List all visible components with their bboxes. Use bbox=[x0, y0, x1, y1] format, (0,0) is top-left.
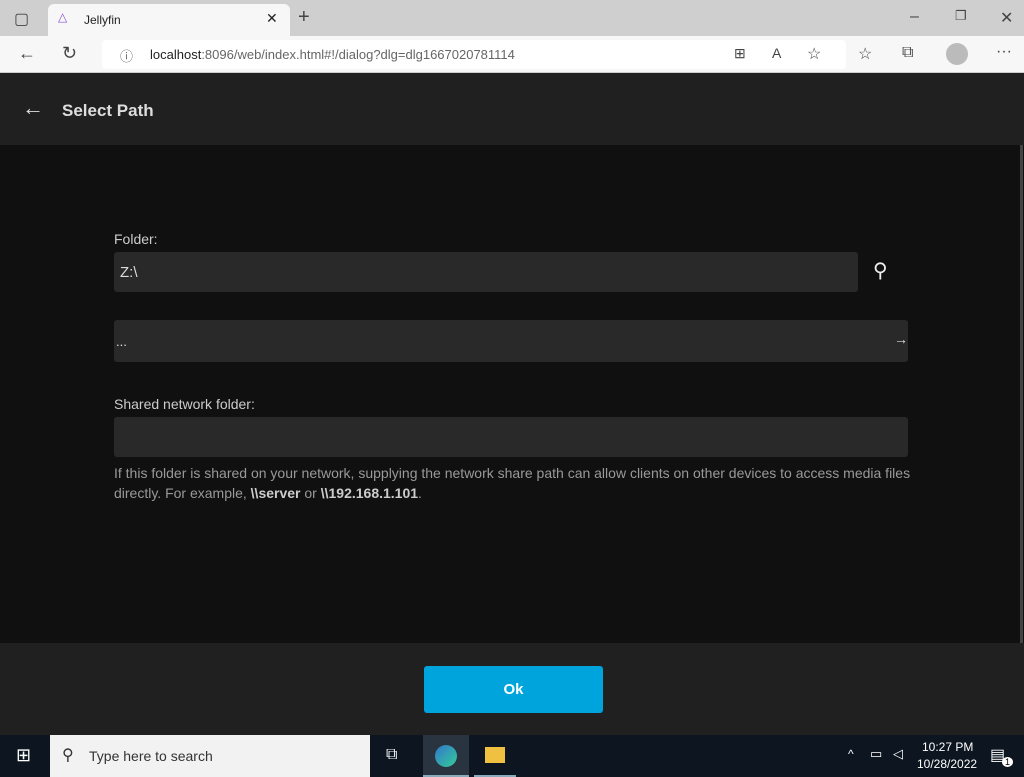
more-icon[interactable]: ··· bbox=[996, 43, 1012, 61]
folder-label: Folder: bbox=[114, 231, 158, 247]
explorer-taskbar-button[interactable] bbox=[474, 735, 516, 777]
info-icon: ⓘ bbox=[120, 49, 134, 64]
close-tab-icon[interactable]: ✕ bbox=[266, 10, 278, 27]
list-item-label: ... bbox=[116, 334, 127, 349]
search-icon: ⚲ bbox=[62, 747, 74, 764]
scrollbar[interactable] bbox=[1020, 145, 1023, 643]
folder-input[interactable]: Z:\ bbox=[114, 252, 858, 292]
browser-tab[interactable]: △ Jellyfin ✕ bbox=[48, 4, 290, 36]
url-path: :8096/web/index.html#!/dialog?dlg=dlg166… bbox=[201, 47, 515, 62]
taskbar: ⊞ ⚲ Type here to search ⧉ ^ ▭ ◁ 10:27 PM… bbox=[0, 735, 1024, 777]
clock-time[interactable]: 10:27 PM bbox=[922, 740, 973, 754]
jellyfin-logo-icon: △ bbox=[58, 10, 68, 24]
restore-icon[interactable]: ❐ bbox=[955, 8, 967, 24]
url-host: localhost bbox=[150, 47, 202, 62]
tab-title: Jellyfin bbox=[84, 13, 121, 27]
clock-date[interactable]: 10/28/2022 bbox=[917, 757, 977, 771]
edge-icon bbox=[435, 745, 457, 767]
volume-muted-icon[interactable]: ◁ bbox=[893, 746, 903, 762]
new-tab-icon[interactable]: + bbox=[298, 6, 310, 29]
chevron-up-icon[interactable]: ^ bbox=[848, 747, 854, 761]
add-favorite-icon[interactable]: ☆ bbox=[807, 44, 821, 64]
dialog-header: ← Select Path bbox=[0, 73, 1024, 145]
help-text: If this folder is shared on your network… bbox=[114, 465, 911, 501]
folder-icon bbox=[485, 747, 505, 763]
edge-taskbar-button[interactable] bbox=[423, 735, 469, 777]
list-item-parent-folder[interactable]: ... → bbox=[114, 320, 908, 362]
page-title: Select Path bbox=[62, 101, 154, 120]
url-field[interactable]: ⓘ localhost:8096/web/index.html#!/dialog… bbox=[102, 40, 846, 69]
search-icon[interactable]: ⚲ bbox=[873, 258, 888, 283]
collections-icon[interactable]: ⧉ bbox=[902, 44, 913, 62]
back-icon[interactable]: ← bbox=[18, 43, 36, 64]
read-aloud-icon[interactable]: A bbox=[772, 45, 781, 61]
app-available-icon[interactable]: ⊞ bbox=[734, 45, 746, 62]
network-icon[interactable]: ▭ bbox=[870, 746, 882, 762]
ok-button[interactable]: Ok bbox=[424, 666, 603, 713]
dialog-content: Folder: Z:\ ⚲ ... → Shared network folde… bbox=[0, 145, 1024, 643]
windows-start-icon[interactable]: ⊞ bbox=[16, 745, 31, 766]
profile-avatar[interactable] bbox=[946, 43, 968, 65]
browser-tab-bar: ▢ △ Jellyfin ✕ + – ❐ ✕ bbox=[0, 0, 1024, 36]
search-placeholder: Type here to search bbox=[89, 748, 213, 764]
tab-actions-icon[interactable]: ▢ bbox=[14, 9, 29, 29]
address-bar: ← ↻ ⓘ localhost:8096/web/index.html#!/di… bbox=[0, 36, 1024, 73]
refresh-icon[interactable]: ↻ bbox=[62, 43, 77, 64]
shared-folder-input[interactable] bbox=[114, 417, 908, 457]
taskbar-search[interactable]: ⚲ Type here to search bbox=[50, 735, 370, 777]
favorites-icon[interactable]: ☆ bbox=[858, 44, 872, 64]
notification-count: 1 bbox=[1002, 757, 1014, 767]
minimize-icon[interactable]: – bbox=[910, 8, 919, 26]
shared-folder-label: Shared network folder: bbox=[114, 396, 255, 412]
task-view-icon[interactable]: ⧉ bbox=[386, 746, 397, 764]
back-arrow-icon[interactable]: ← bbox=[22, 95, 44, 121]
close-window-icon[interactable]: ✕ bbox=[1000, 8, 1013, 28]
arrow-right-icon: → bbox=[894, 331, 908, 347]
